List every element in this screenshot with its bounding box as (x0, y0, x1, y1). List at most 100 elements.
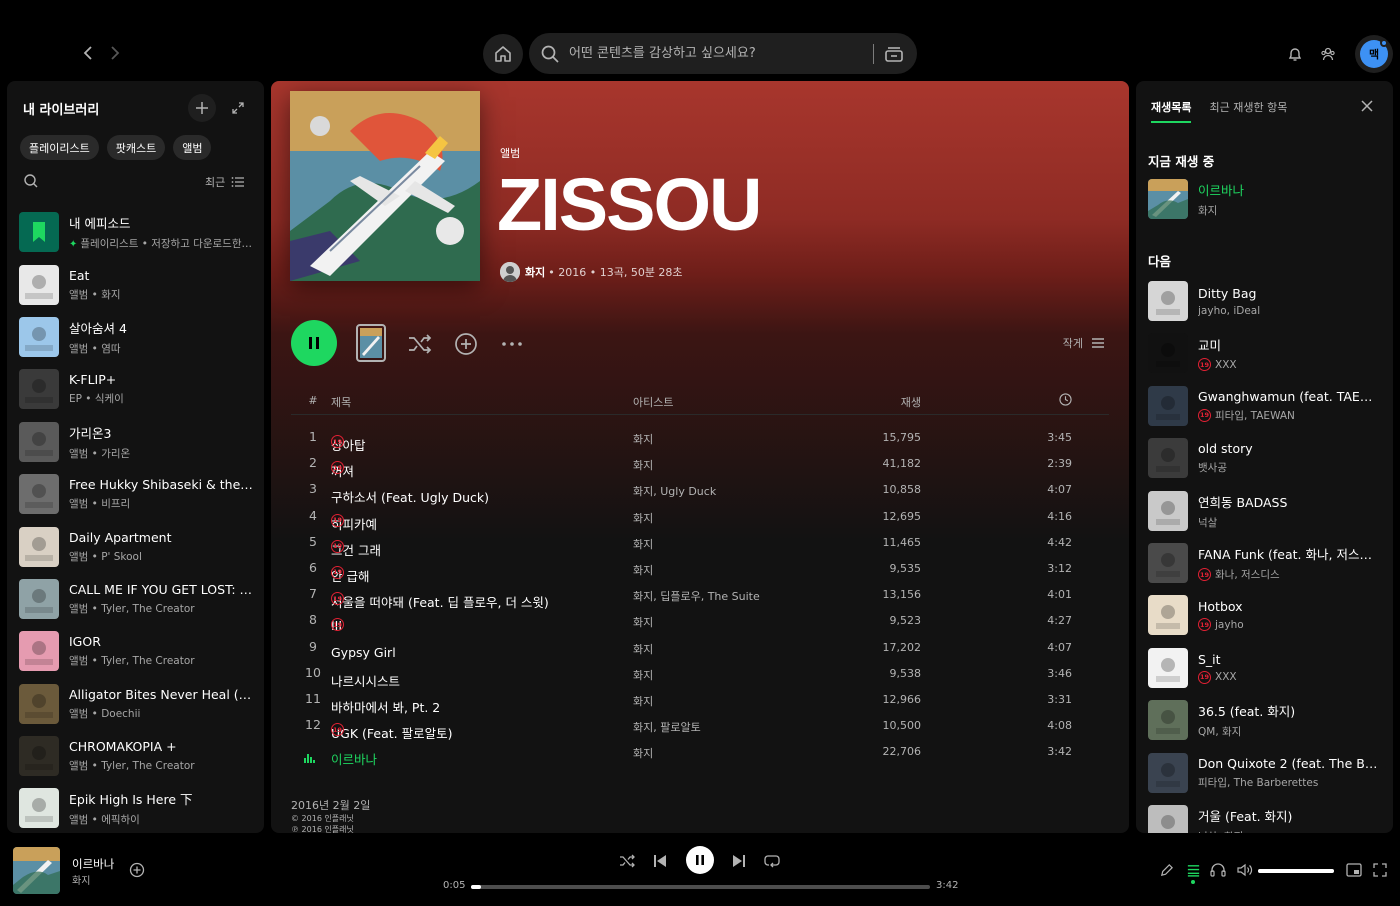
tab-recently-played[interactable]: 최근 재생한 항목 (1209, 99, 1287, 123)
artist-link[interactable]: 화지 (525, 264, 545, 280)
tab-queue[interactable]: 재생목록 (1151, 99, 1192, 123)
profile-button[interactable]: 맥 (1355, 35, 1393, 73)
library-item[interactable]: IGOR 앨범 • Tyler, The Creator (19, 625, 259, 677)
library-item[interactable]: Alligator Bites Never Heal (Explicit) 앨범 … (19, 678, 259, 730)
friends-icon[interactable] (1318, 44, 1338, 64)
library-item[interactable]: Epik High Is Here 下 앨범 • 에픽하이 (19, 782, 259, 833)
back-icon[interactable] (75, 40, 101, 66)
library-item[interactable]: 살아숨셔 4 앨범 • 염따 (19, 311, 259, 363)
chip-playlists[interactable]: 플레이리스트 (20, 135, 99, 160)
library-title[interactable]: 내 라이브러리 (23, 99, 99, 118)
previous-icon[interactable] (651, 852, 669, 870)
volume-icon[interactable] (1237, 862, 1253, 878)
queue-icon[interactable] (1185, 862, 1201, 878)
search-input[interactable] (569, 46, 869, 61)
track-row[interactable]: 1 상아탑 19 화지 15,795 3:45 (291, 423, 1109, 453)
shuffle-icon[interactable] (407, 331, 433, 357)
track-artist[interactable]: 화지 (633, 641, 653, 657)
pause-button[interactable] (291, 320, 337, 366)
track-title[interactable]: Gypsy Girl (331, 645, 396, 660)
track-artist[interactable]: 화지 (633, 536, 653, 552)
chip-albums[interactable]: 앨범 (173, 135, 212, 160)
track-row[interactable]: 5 그건 그래 19 화지 11,465 4:42 (291, 528, 1109, 558)
track-artist[interactable]: 화지 (633, 693, 653, 709)
shuffle-icon[interactable] (618, 852, 636, 870)
track-row[interactable]: 4 히피카예 19 화지 12,695 4:16 (291, 502, 1109, 532)
track-row[interactable]: 이르바나 화지 22,706 3:42 (291, 737, 1109, 767)
search-bar[interactable] (529, 33, 917, 74)
library-item[interactable]: CHROMAKOPIA + 앨범 • Tyler, The Creator (19, 730, 259, 782)
now-playing-view-icon[interactable] (1158, 862, 1174, 878)
queue-item[interactable]: Don Quixote 2 (feat. The Barberettes) 피타입… (1148, 752, 1380, 794)
track-artist[interactable]: 화지, Ugly Duck (633, 483, 716, 499)
track-artist[interactable]: 화지 (633, 667, 653, 683)
queue-item[interactable]: S_it 19 XXX (1148, 647, 1380, 689)
track-artist[interactable]: 화지 (633, 745, 653, 761)
library-item[interactable]: K-FLIP+ EP • 식케이 (19, 363, 259, 415)
expand-icon[interactable] (229, 99, 247, 117)
track-artist[interactable]: 화지 (633, 431, 653, 447)
queue-item[interactable]: 교미 19 XXX (1148, 332, 1380, 374)
fullscreen-icon[interactable] (1372, 862, 1388, 878)
play-pause-button[interactable] (686, 846, 714, 874)
header-title[interactable]: 제목 (331, 394, 351, 410)
now-playing-artist[interactable]: 화지 (72, 872, 90, 887)
library-item[interactable]: 내 에피소드 ✦플레이리스트 • 저장하고 다운로드한 에피소드 (19, 206, 259, 258)
track-artist[interactable]: 화지 (633, 614, 653, 630)
track-row[interactable]: 3 구하소서 (Feat. Ugly Duck) 화지, Ugly Duck 10,8… (291, 475, 1109, 505)
library-item[interactable]: 가리온3 앨범 • 가리온 (19, 416, 259, 468)
add-to-library-icon[interactable] (453, 331, 479, 357)
track-row[interactable]: 2 꺼져 19 화지 41,182 2:39 (291, 449, 1109, 479)
library-item[interactable]: Eat 앨범 • 화지 (19, 258, 259, 310)
mini-player-icon[interactable] (1346, 862, 1362, 878)
browse-icon[interactable] (883, 43, 905, 65)
forward-icon[interactable] (102, 40, 128, 66)
create-button[interactable] (188, 94, 216, 122)
library-item[interactable]: Daily Apartment 앨범 • P' Skool (19, 520, 259, 572)
queue-item[interactable]: 36.5 (feat. 화지) QM, 화지 (1148, 699, 1380, 741)
more-options-icon[interactable] (499, 331, 525, 357)
track-title[interactable]: 이르바나 (331, 749, 377, 768)
track-row[interactable]: 6안 급해 19 화지 9,535 3:12 (291, 554, 1109, 584)
home-button[interactable] (483, 34, 523, 74)
library-item[interactable]: Free Hukky Shibaseki & the Gang 앨범 • 비프리 (19, 468, 259, 520)
header-artist[interactable]: 아티스트 (633, 394, 673, 410)
track-row[interactable]: 10 나르시시스트 화지 9,538 3:46 (291, 659, 1109, 689)
queue-item[interactable]: 연희동 BADASS 넉살 (1148, 490, 1380, 532)
library-search-icon[interactable] (23, 173, 41, 191)
track-artist[interactable]: 화지, 팔로알토 (633, 719, 701, 735)
bell-icon[interactable] (1285, 44, 1305, 64)
volume-slider[interactable] (1258, 869, 1334, 873)
now-playing-title[interactable]: 이르바나 (72, 856, 114, 872)
repeat-icon[interactable] (763, 852, 781, 870)
queue-item[interactable]: Ditty Bag jayho, iDeal (1148, 280, 1380, 322)
add-to-playlist-icon[interactable] (129, 862, 145, 878)
queue-item[interactable]: Hotbox 19 jayho (1148, 594, 1380, 636)
progress-bar[interactable] (471, 885, 930, 889)
track-artist[interactable]: 화지, 딥플로우, The Suite (633, 588, 760, 604)
close-icon[interactable] (1360, 98, 1374, 112)
connect-device-icon[interactable] (1210, 862, 1226, 878)
track-artist[interactable]: 화지 (633, 562, 653, 578)
artist-avatar[interactable] (500, 262, 520, 282)
view-mode-button[interactable]: 작게 (1063, 335, 1105, 351)
sort-button[interactable]: 최근 (205, 174, 245, 190)
next-icon[interactable] (730, 852, 748, 870)
queue-item[interactable]: 거울 (Feat. 화지) 넉살, 화지 (1148, 804, 1380, 833)
clock-icon[interactable] (1059, 393, 1072, 409)
track-row[interactable]: 12 UGK (Feat. 팔로알토) 19 화지, 팔로알토 10,500 4:08 (291, 711, 1109, 741)
track-row[interactable]: 8 III 19 화지 9,523 4:27 (291, 606, 1109, 633)
queue-item[interactable]: Gwanghwamun (feat. TAEWAN) 19 피타입, TAEWAN (1148, 385, 1380, 427)
library-item[interactable]: CALL ME IF YOU GET LOST: The Estate Sale… (19, 573, 259, 625)
queue-item[interactable]: old story 뱃사공 (1148, 437, 1380, 479)
now-playing-cover[interactable] (13, 847, 60, 894)
queue-current-item[interactable]: 이르바나 화지 (1148, 178, 1380, 220)
track-artist[interactable]: 화지 (633, 510, 653, 526)
track-row[interactable]: 9 Gypsy Girl 화지 17,202 4:07 (291, 633, 1109, 660)
header-plays[interactable]: 재생 (901, 394, 921, 410)
track-artist[interactable]: 화지 (633, 457, 653, 473)
queue-item[interactable]: FANA Funk (feat. 화나, 저스디스) 19 화나, 저스디스 (1148, 542, 1380, 584)
preview-thumbnail[interactable] (356, 324, 386, 362)
chip-podcasts[interactable]: 팟캐스트 (106, 135, 166, 160)
track-row[interactable]: 7 서울을 떠야돼 (Feat. 딥 플로우, 더 스윗) 19 화지, 딥플로우, … (291, 580, 1109, 610)
